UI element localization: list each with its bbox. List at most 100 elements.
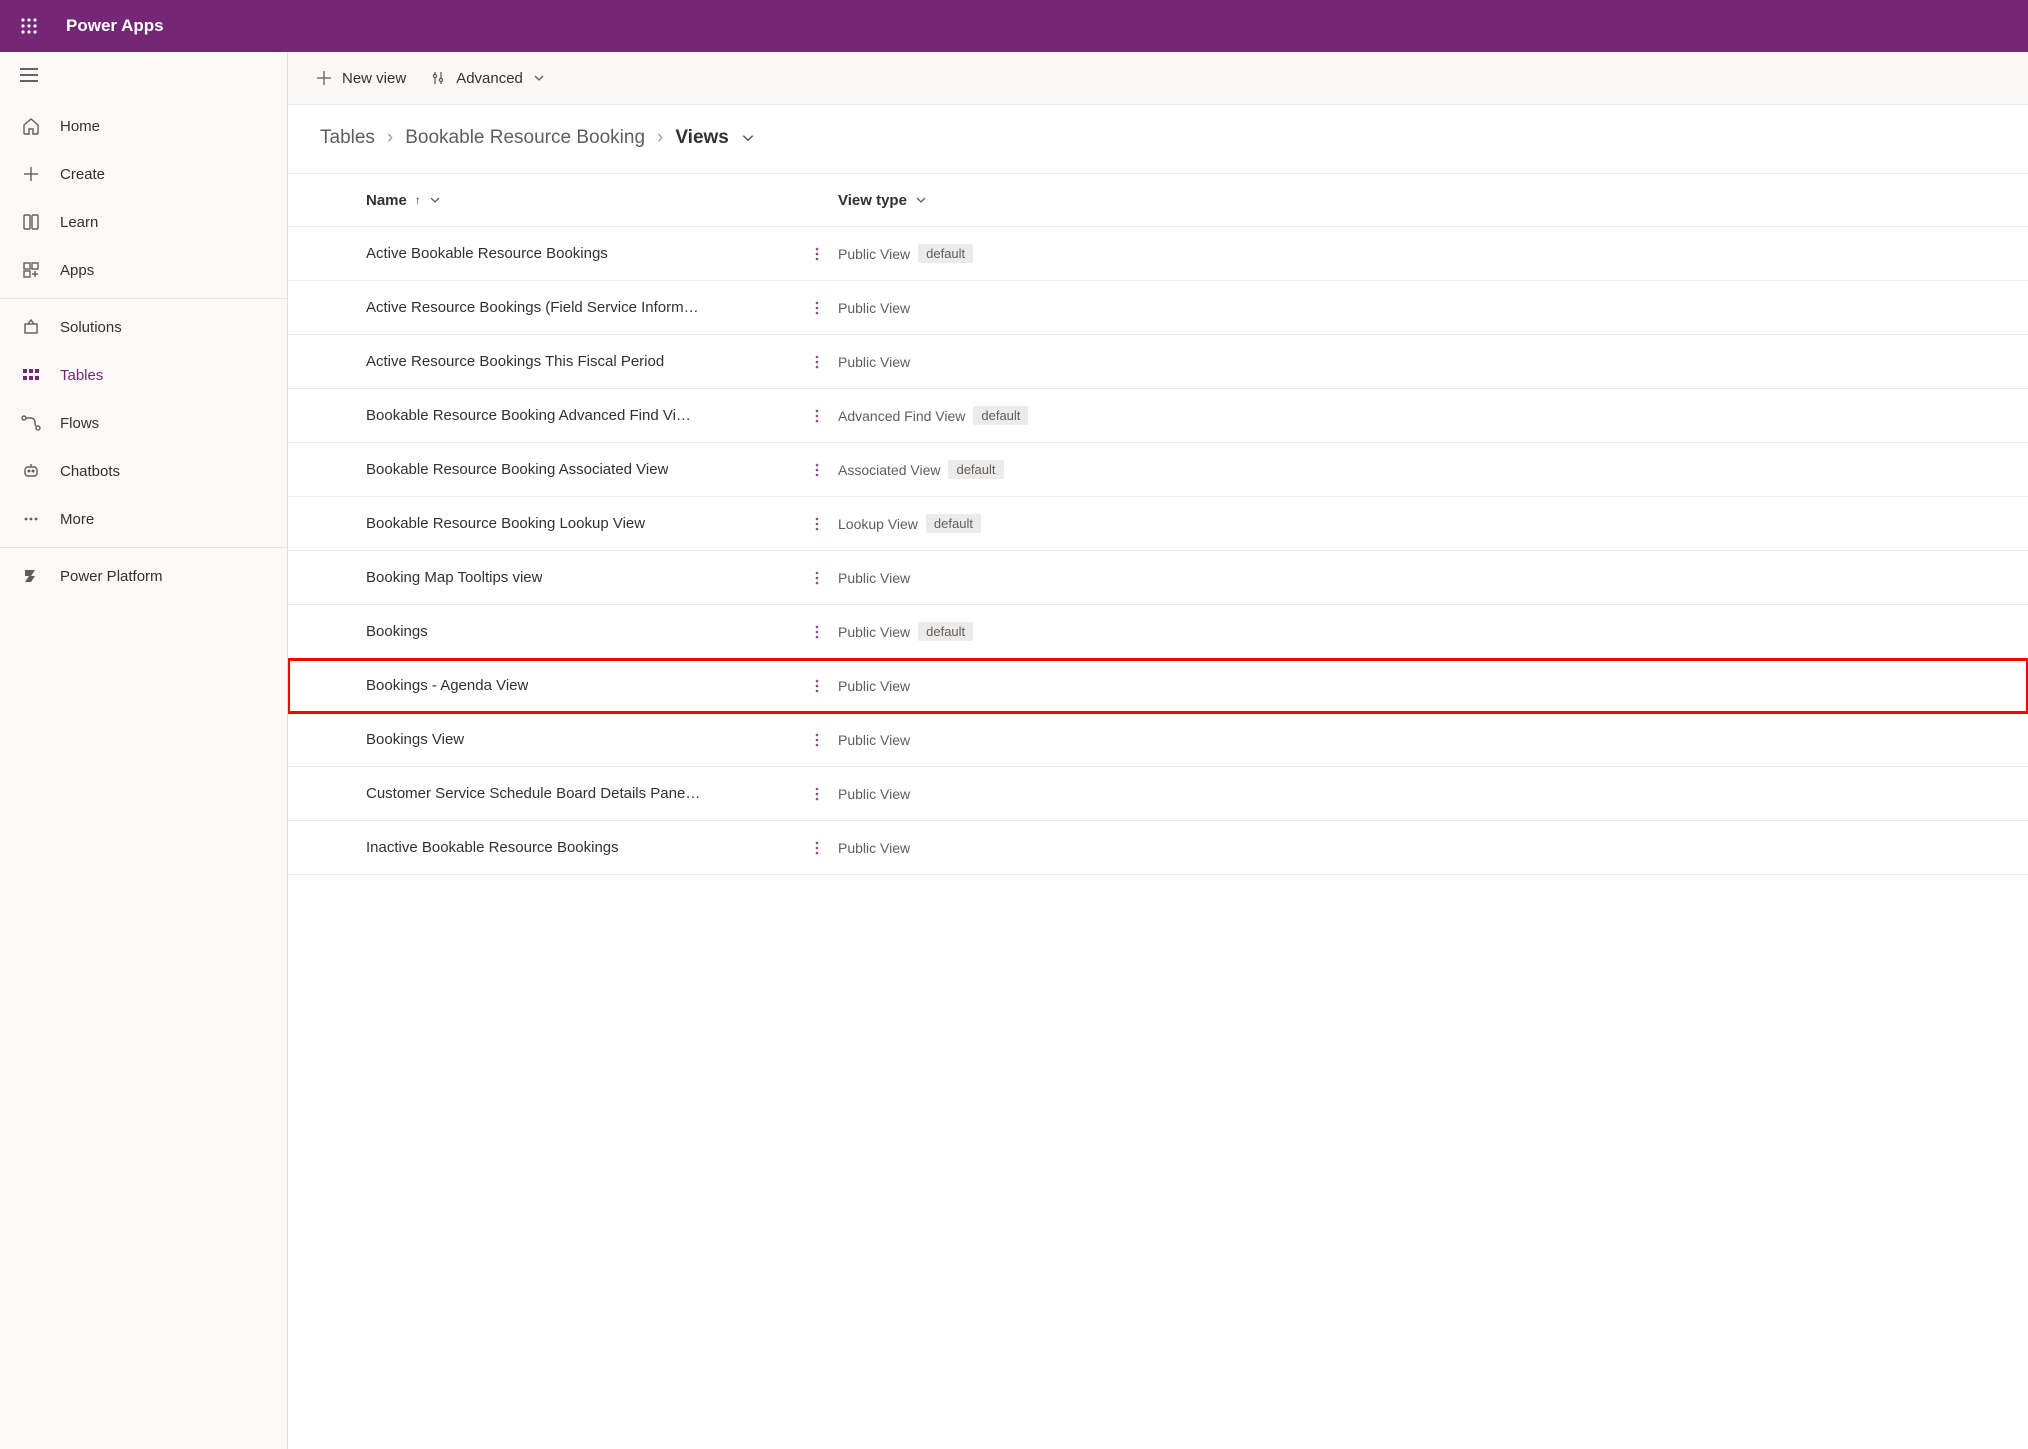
table-row[interactable]: Bookable Resource Booking Associated Vie… (288, 443, 2028, 497)
breadcrumb-item-current[interactable]: Views (675, 127, 729, 149)
cell-name[interactable]: Bookable Resource Booking Lookup View (366, 515, 796, 532)
tool-label: New view (342, 70, 406, 87)
more-vertical-icon (810, 569, 824, 587)
sidebar-item-learn[interactable]: Learn (0, 198, 287, 246)
cell-name[interactable]: Active Bookable Resource Bookings (366, 245, 796, 262)
cell-name[interactable]: Customer Service Schedule Board Details … (366, 785, 796, 802)
default-badge: default (918, 622, 973, 641)
cell-name[interactable]: Bookable Resource Booking Associated Vie… (366, 461, 796, 478)
breadcrumb-item[interactable]: Tables (320, 127, 375, 149)
cell-viewtype: Public View (838, 732, 2028, 748)
row-more-button[interactable] (796, 731, 838, 749)
new-view-button[interactable]: New view (316, 70, 406, 87)
row-more-button[interactable] (796, 623, 838, 641)
table-row[interactable]: Bookings - Agenda View Public View (288, 659, 2028, 713)
row-more-button[interactable] (796, 299, 838, 317)
table-row[interactable]: Active Resource Bookings This Fiscal Per… (288, 335, 2028, 389)
view-type-text: Public View (838, 246, 910, 262)
view-name-text: Inactive Bookable Resource Bookings (366, 839, 619, 856)
row-more-button[interactable] (796, 569, 838, 587)
sidebar-item-apps[interactable]: Apps (0, 246, 287, 294)
more-vertical-icon (810, 407, 824, 425)
breadcrumb-separator: › (657, 127, 663, 149)
more-icon (20, 508, 42, 530)
sidebar-item-label: Chatbots (60, 463, 120, 480)
default-badge: default (918, 244, 973, 263)
app-title: Power Apps (66, 16, 164, 36)
sidebar-item-create[interactable]: Create (0, 150, 287, 198)
hamburger-icon (20, 68, 38, 82)
row-more-button[interactable] (796, 785, 838, 803)
book-icon (20, 211, 42, 233)
sidebar-item-more[interactable]: More (0, 495, 287, 543)
row-more-button[interactable] (796, 461, 838, 479)
waffle-button[interactable] (10, 7, 48, 45)
view-type-text: Public View (838, 678, 910, 694)
sidebar-item-solutions[interactable]: Solutions (0, 303, 287, 351)
cell-name[interactable]: Bookable Resource Booking Advanced Find … (366, 407, 796, 424)
cell-name[interactable]: Active Resource Bookings (Field Service … (366, 299, 796, 316)
view-type-text: Public View (838, 570, 910, 586)
chevron-down-icon (533, 72, 545, 84)
row-more-button[interactable] (796, 407, 838, 425)
sidebar-item-label: Flows (60, 415, 99, 432)
sidebar-item-flows[interactable]: Flows (0, 399, 287, 447)
breadcrumb-separator: › (387, 127, 393, 149)
sidebar-item-chatbots[interactable]: Chatbots (0, 447, 287, 495)
view-name-text: Bookings View (366, 731, 464, 748)
row-more-button[interactable] (796, 677, 838, 695)
tool-label: Advanced (456, 70, 523, 87)
hamburger-button[interactable] (0, 52, 287, 98)
cell-name[interactable]: Inactive Bookable Resource Bookings (366, 839, 796, 856)
cell-name[interactable]: Bookings View (366, 731, 796, 748)
column-header-name[interactable]: Name ↑ (366, 192, 796, 209)
table-row[interactable]: BookingsPublic Viewdefault (288, 605, 2028, 659)
cell-viewtype: Public View default (838, 244, 2028, 263)
view-type-text: Lookup View (838, 516, 918, 532)
table-row[interactable]: Bookable Resource Booking Lookup View Loo… (288, 497, 2028, 551)
apps-icon (20, 259, 42, 281)
table-row[interactable]: Booking Map Tooltips view Public View (288, 551, 2028, 605)
cell-name[interactable]: Booking Map Tooltips view (366, 569, 796, 586)
view-name-text: Bookings - Agenda View (366, 677, 528, 694)
breadcrumb-item[interactable]: Bookable Resource Booking (405, 127, 645, 149)
table-row[interactable]: Active Bookable Resource Bookings Public … (288, 227, 2028, 281)
column-header-viewtype[interactable]: View type (838, 192, 2028, 209)
home-icon (20, 115, 42, 137)
sidebar-item-label: Apps (60, 262, 94, 279)
cell-name[interactable]: Bookings (366, 623, 796, 640)
row-more-button[interactable] (796, 515, 838, 533)
row-more-button[interactable] (796, 839, 838, 857)
table-row[interactable]: Bookings View Public View (288, 713, 2028, 767)
table-row[interactable]: Active Resource Bookings (Field Service … (288, 281, 2028, 335)
more-vertical-icon (810, 353, 824, 371)
row-more-button[interactable] (796, 245, 838, 263)
view-name-text: Active Resource Bookings (Field Service … (366, 299, 699, 316)
waffle-icon (20, 17, 38, 35)
chevron-down-icon (915, 194, 927, 206)
table-row[interactable]: Inactive Bookable Resource BookingsPubli… (288, 821, 2028, 875)
cell-name[interactable]: Bookings - Agenda View (366, 677, 796, 694)
row-more-button[interactable] (796, 353, 838, 371)
sidebar-item-home[interactable]: Home (0, 102, 287, 150)
sidebar-item-tables[interactable]: Tables (0, 351, 287, 399)
cell-viewtype: Associated Viewdefault (838, 460, 2028, 479)
cell-viewtype: Advanced Find Viewdefault (838, 406, 2028, 425)
default-badge: default (926, 514, 981, 533)
table-row[interactable]: Customer Service Schedule Board Details … (288, 767, 2028, 821)
column-label: Name (366, 192, 407, 209)
chevron-down-icon[interactable] (741, 131, 755, 145)
sidebar-item-label: Tables (60, 367, 103, 384)
views-grid: Name ↑ View type Active Bookable (288, 173, 2028, 875)
cell-name[interactable]: Active Resource Bookings This Fiscal Per… (366, 353, 796, 370)
sidebar-item-label: Solutions (60, 319, 122, 336)
advanced-button[interactable]: Advanced (430, 70, 545, 87)
view-name-text: Bookings (366, 623, 428, 640)
sidebar-item-powerplatform[interactable]: Power Platform (0, 552, 287, 600)
view-type-text: Advanced Find View (838, 408, 965, 424)
table-row[interactable]: Bookable Resource Booking Advanced Find … (288, 389, 2028, 443)
view-name-text: Bookable Resource Booking Advanced Find … (366, 407, 691, 424)
nav-group-primary: Home Create Learn Apps (0, 98, 287, 299)
cell-viewtype: Public View (838, 678, 2028, 694)
grid-header-row: Name ↑ View type (288, 173, 2028, 227)
